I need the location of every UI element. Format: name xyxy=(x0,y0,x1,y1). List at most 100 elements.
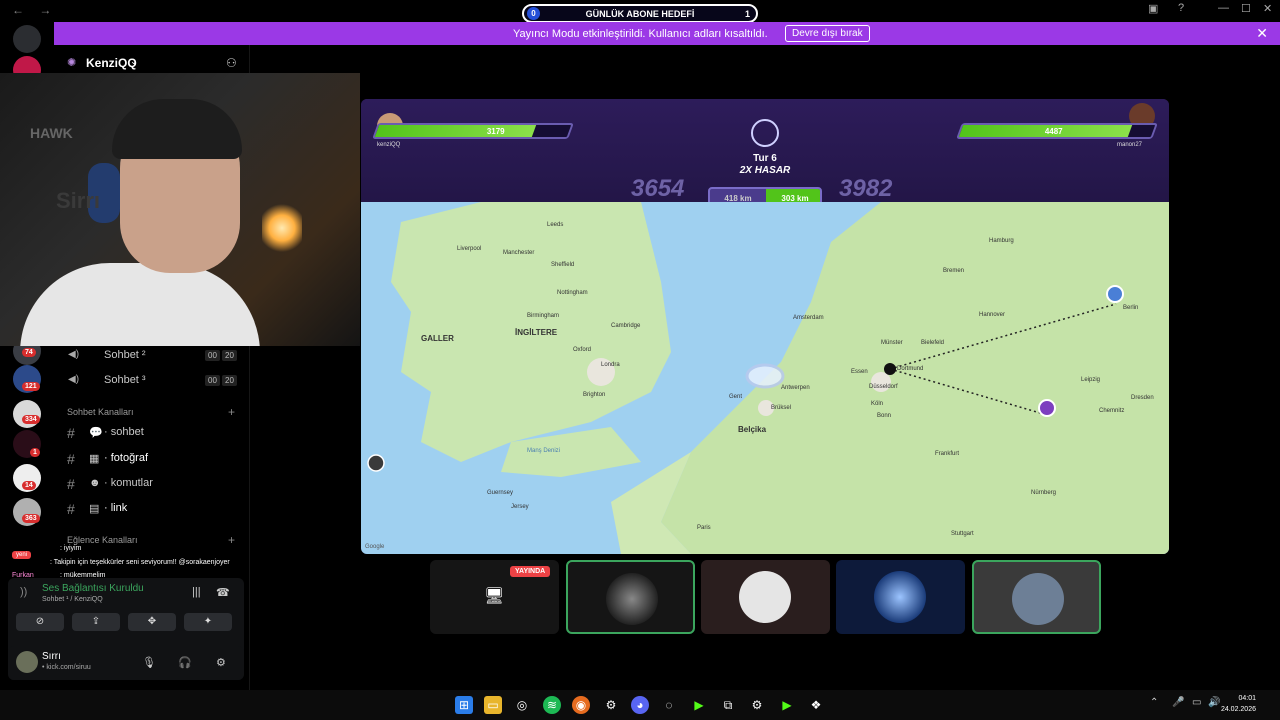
share-screen-button[interactable]: ⇪ xyxy=(72,613,120,631)
map-city-label: Antwerpen xyxy=(781,385,810,391)
map-city-label: Londra xyxy=(601,362,620,368)
file-explorer-icon[interactable]: ▭ xyxy=(484,696,502,714)
app-icon[interactable]: ⧉ xyxy=(719,696,737,714)
hash-icon: # xyxy=(67,451,75,467)
map-view[interactable]: İNGİLTERE GALLER Belçika Leeds Liverpool… xyxy=(361,202,1169,554)
screen-share-icon: 🖥 xyxy=(484,588,505,605)
map-city-label: Gent xyxy=(729,394,743,400)
game-screen: kenziQQ 3179 manon27 4487 Tur 6 2X HASAR… xyxy=(361,99,1169,554)
tray-mic-icon[interactable]: 🎤 xyxy=(1172,697,1184,708)
kick-icon[interactable]: ▶ xyxy=(778,696,796,714)
settings-gear-icon[interactable]: ⚙ xyxy=(216,656,226,669)
close-icon[interactable]: ✕ xyxy=(1256,25,1268,42)
participant-tile[interactable] xyxy=(836,560,965,634)
map-city-label: Bielefeld xyxy=(921,340,945,346)
chat-message: : Takipin için teşekkürler seni seviyoru… xyxy=(50,559,230,566)
add-channel-icon[interactable]: + xyxy=(228,533,235,547)
add-channel-icon[interactable]: + xyxy=(228,405,235,419)
obs-icon[interactable]: ⚙ xyxy=(602,696,620,714)
voice-channel[interactable]: Sohbet ³ xyxy=(104,374,146,386)
text-channel[interactable]: · sohbet xyxy=(104,426,144,438)
map-country-label: Belçika xyxy=(738,425,767,434)
firefox-icon[interactable]: ◉ xyxy=(572,696,590,714)
network-icon[interactable]: ▭ xyxy=(1192,697,1201,708)
participant-avatar xyxy=(739,571,791,623)
headphones-icon[interactable]: 🎧 xyxy=(178,656,192,669)
soundboard-button[interactable]: ✦ xyxy=(184,613,232,631)
windows-start-icon[interactable]: ⊞ xyxy=(455,696,473,714)
map-city-label: Nürnberg xyxy=(1031,490,1057,496)
right-health-bar: 4487 xyxy=(956,123,1158,139)
map-city-label: Liverpool xyxy=(457,246,482,252)
voice-channel-info[interactable]: Sohbet ¹ / KenziQQ xyxy=(42,596,103,603)
map-city-label: Köln xyxy=(871,401,884,407)
disconnect-icon[interactable]: ☎ xyxy=(216,586,230,599)
map-city-label: Frankfurt xyxy=(935,451,960,457)
google-credit: Google xyxy=(365,544,385,550)
channel-emoji-icon: ☻ xyxy=(89,477,101,489)
discord-home-icon[interactable] xyxy=(13,25,41,53)
map-city-label: Manchester xyxy=(503,250,535,256)
participant-avatar xyxy=(874,571,926,623)
signal-icon[interactable]: )) xyxy=(20,586,27,598)
voice-channel-limit: 20 xyxy=(222,375,237,386)
settings-icon[interactable]: ⚙ xyxy=(748,696,766,714)
map-country-label: İNGİLTERE xyxy=(515,328,558,337)
maximize-button[interactable]: ☐ xyxy=(1241,2,1251,15)
map-city-label: Sheffield xyxy=(551,262,575,268)
speaker-icon: ◀) xyxy=(68,349,80,360)
left-health-fill xyxy=(374,125,537,137)
tray-chevron-icon[interactable]: ⌃ xyxy=(1150,697,1158,708)
category-fun-channels[interactable]: Eğlence Kanalları xyxy=(67,535,138,545)
map-city-label: Guernsey xyxy=(487,490,514,496)
participant-avatar xyxy=(1012,573,1064,625)
map-city-label: Berlin xyxy=(1123,305,1139,311)
minimize-button[interactable]: — xyxy=(1218,2,1229,14)
voice-channel[interactable]: Sohbet ² xyxy=(104,349,146,361)
text-channel[interactable]: · komutlar xyxy=(104,477,153,489)
map-city-label: Dresden xyxy=(1131,395,1154,401)
map-city-label: Oxford xyxy=(573,347,592,353)
map-city-label: Hamburg xyxy=(989,238,1014,244)
game-hud: kenziQQ 3179 manon27 4487 Tur 6 2X HASAR… xyxy=(361,99,1169,211)
steam-icon[interactable]: ◎ xyxy=(513,696,531,714)
map-city-label: Chemnitz xyxy=(1099,408,1125,414)
spotify-icon[interactable]: ≋ xyxy=(543,696,561,714)
app-icon[interactable]: ❖ xyxy=(807,696,825,714)
text-channel[interactable]: · link xyxy=(104,502,127,514)
left-health-value: 3179 xyxy=(486,127,505,136)
streamer-shirt xyxy=(20,263,260,346)
microphone-icon[interactable]: 🎙 xyxy=(142,656,156,669)
activities-button[interactable]: ✥ xyxy=(128,613,176,631)
volume-icon[interactable]: 🔊 xyxy=(1208,697,1220,708)
participant-tile[interactable] xyxy=(972,560,1101,634)
map-sea-label: Manş Denizi xyxy=(527,448,561,454)
category-chat-channels[interactable]: Sohbet Kanalları xyxy=(67,407,134,417)
kick-icon[interactable]: ▶ xyxy=(690,696,708,714)
inbox-icon[interactable]: ▣ xyxy=(1148,2,1158,15)
map-city-label: Nottingham xyxy=(557,290,588,296)
map-city-label: Amsterdam xyxy=(793,315,824,321)
back-forward-arrows[interactable]: ← → xyxy=(12,3,57,17)
clock[interactable]: 04:01 24.02.2026 xyxy=(1221,693,1256,715)
map-city-label: Leipzig xyxy=(1081,377,1101,383)
app-icon[interactable]: ◌ xyxy=(660,696,678,714)
invite-icon[interactable]: ⚇ xyxy=(226,56,237,70)
help-icon[interactable]: ? xyxy=(1178,2,1184,14)
participant-tile[interactable] xyxy=(701,560,830,634)
goal-target: 1 xyxy=(744,9,750,19)
noise-suppression-icon[interactable]: ||| xyxy=(192,586,201,598)
disable-streamer-mode-button[interactable]: Devre dışı bırak xyxy=(785,25,870,42)
text-channel[interactable]: · fotoğraf xyxy=(104,452,148,464)
discord-icon[interactable]: ◕ xyxy=(631,696,649,714)
user-name: Sırrı xyxy=(42,651,61,662)
camera-off-button[interactable]: ⊘ xyxy=(16,613,64,631)
map-city-label: Essen xyxy=(851,369,868,375)
speaker-icon: ◀) xyxy=(68,374,80,385)
avatar[interactable] xyxy=(16,651,38,673)
close-window-button[interactable]: ✕ xyxy=(1263,2,1272,15)
server-badge-icon: ✺ xyxy=(67,57,77,69)
chevron-down-icon[interactable]: ⌄ xyxy=(130,56,138,67)
participant-tile[interactable] xyxy=(566,560,695,634)
map-city-label: Cambridge xyxy=(611,323,641,329)
